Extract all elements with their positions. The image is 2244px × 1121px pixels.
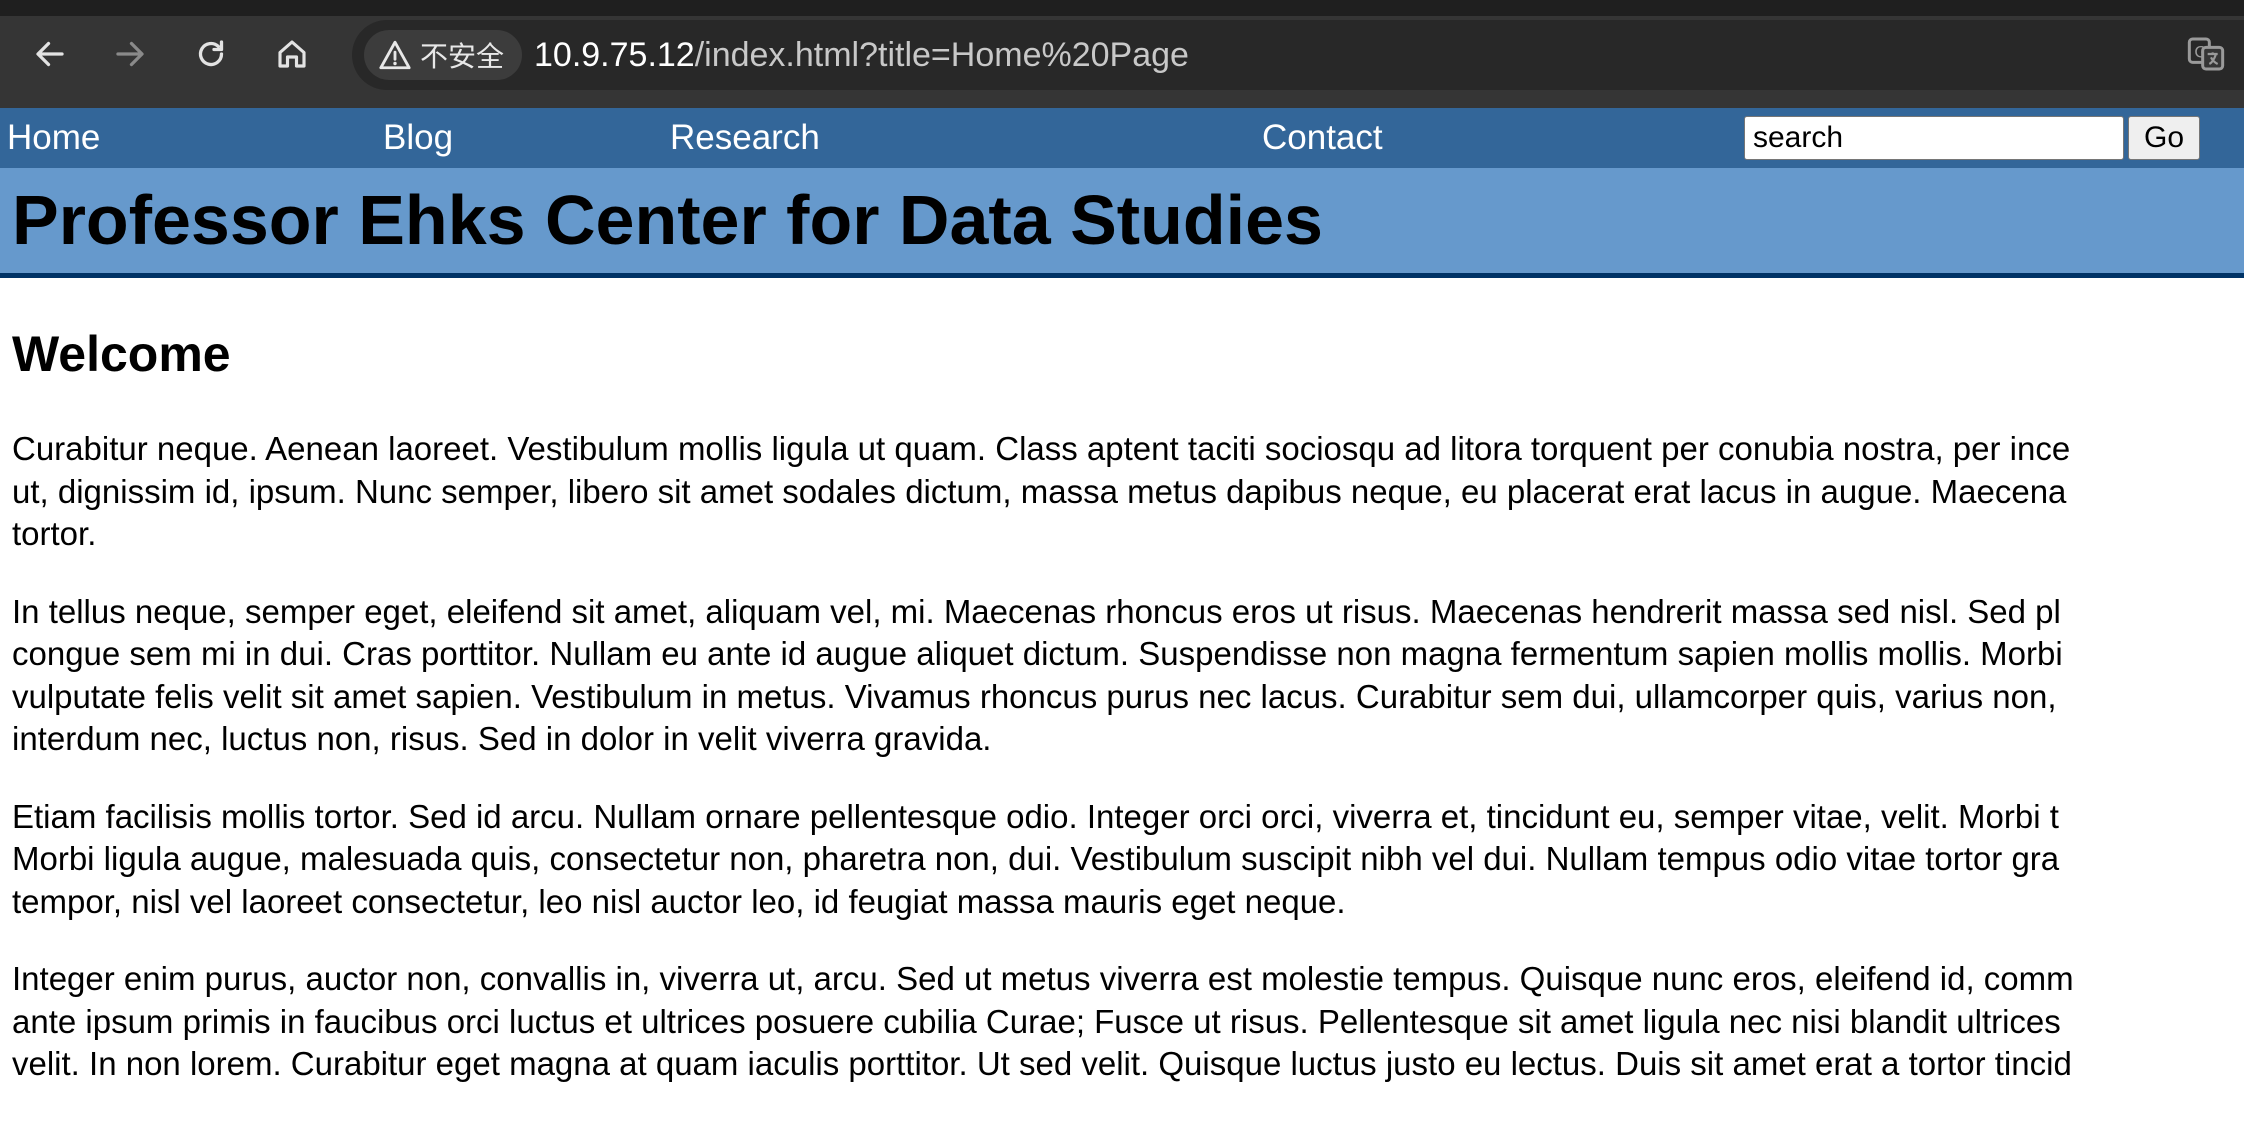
site-header: Professor Ehks Center for Data Studies [0, 168, 2244, 278]
paragraph-line: ante ipsum primis in faucibus orci luctu… [12, 1002, 2061, 1040]
paragraph-line: velit. In non lorem. Curabitur eget magn… [12, 1045, 2072, 1082]
home-button[interactable] [264, 26, 320, 82]
reload-icon [198, 40, 224, 67]
paragraph: Integer enim purus, auctor non, convalli… [12, 958, 2244, 1086]
paragraph-line: vulputate felis velit sit amet sapien. V… [12, 677, 2057, 715]
nav-link-research[interactable]: Research [670, 118, 820, 158]
nav-link-contact[interactable]: Contact [1262, 118, 1383, 158]
paragraph-line: Etiam facilisis mollis tortor. Sed id ar… [12, 797, 2059, 835]
main-content: Welcome Curabitur neque. Aenean laoreet.… [12, 318, 2244, 1121]
search-input[interactable] [1744, 116, 2124, 160]
browser-toolbar: 不安全 10.9.75.12/index.html?title=Home%20P… [0, 0, 2244, 108]
warning-icon [379, 40, 411, 70]
nav-link-blog[interactable]: Blog [383, 118, 453, 158]
url-path: /index.html?title=Home%20Page [694, 36, 1189, 74]
go-button[interactable]: Go [2128, 116, 2200, 160]
nav-link-home[interactable]: Home [7, 118, 100, 158]
tab-strip [0, 0, 2244, 16]
paragraph-line: In tellus neque, semper eget, eleifend s… [12, 592, 2061, 630]
reload-button[interactable] [183, 26, 239, 82]
paragraph: Curabitur neque. Aenean laoreet. Vestibu… [12, 428, 2244, 556]
paragraph-line: tempor, nisl vel laoreet consectetur, le… [12, 882, 1346, 920]
paragraph: Etiam facilisis mollis tortor. Sed id ar… [12, 796, 2244, 924]
paragraph-line: Morbi ligula augue, malesuada quis, cons… [12, 840, 2060, 877]
security-label: 不安全 [420, 40, 505, 73]
back-button[interactable] [22, 26, 78, 82]
arrow-right-icon [116, 41, 144, 67]
page-heading: Welcome [12, 326, 231, 382]
address-bar[interactable]: 不安全 10.9.75.12/index.html?title=Home%20P… [352, 20, 2244, 90]
security-indicator[interactable]: 不安全 [364, 30, 523, 80]
paragraph-line: Curabitur neque. Aenean laoreet. Vestibu… [12, 430, 2071, 467]
forward-button[interactable] [102, 26, 158, 82]
home-icon [278, 40, 306, 68]
paragraph-line: ut, dignissim id, ipsum. Nunc semper, li… [12, 472, 2067, 510]
paragraph: In tellus neque, semper eget, eleifend s… [12, 591, 2244, 761]
paragraph-line: tortor. [12, 515, 97, 552]
paragraph-line: interdum nec, luctus non, risus. Sed in … [12, 720, 992, 757]
url-host: 10.9.75.12 [534, 36, 695, 74]
url-text[interactable]: 10.9.75.12/index.html?title=Home%20Page [534, 35, 1189, 75]
site-title: Professor Ehks Center for Data Studies [12, 181, 1323, 259]
paragraph-line: Integer enim purus, auctor non, convalli… [12, 960, 2074, 997]
arrow-left-icon [36, 41, 64, 67]
translate-icon[interactable]: G [2186, 34, 2226, 74]
paragraph-line: congue sem mi in dui. Cras porttitor. Nu… [12, 635, 2063, 672]
